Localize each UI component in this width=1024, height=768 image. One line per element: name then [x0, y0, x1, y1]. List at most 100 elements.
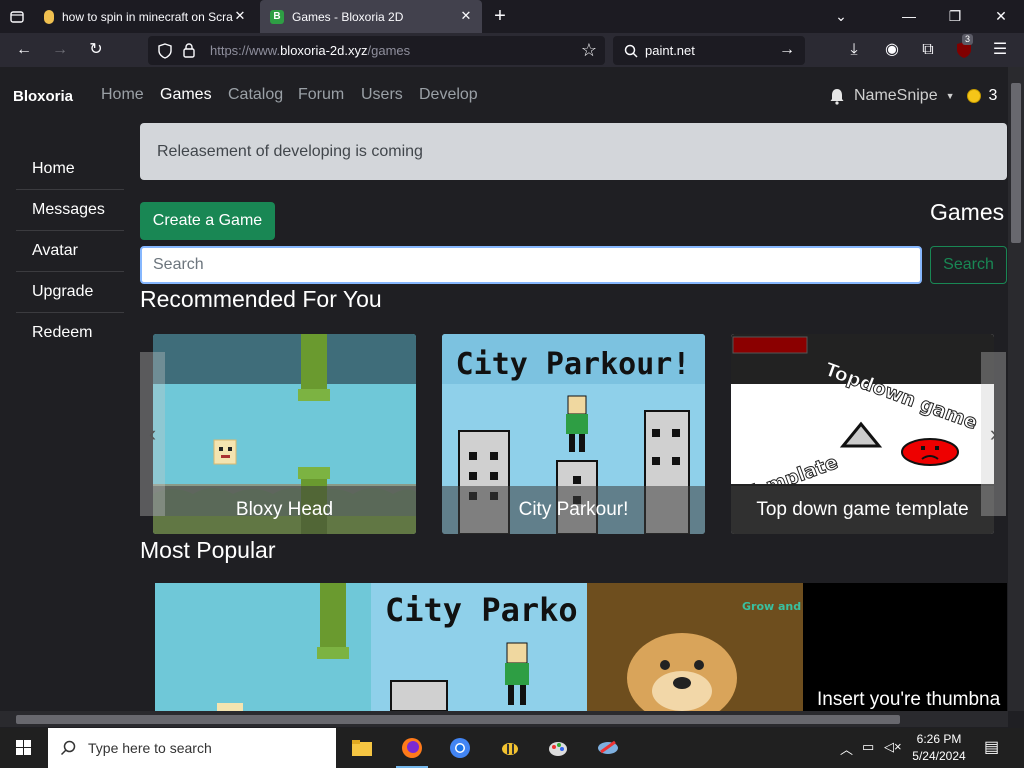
most-popular-heading: Most Popular: [140, 537, 276, 563]
game-card-bloxy-head[interactable]: Bloxy Head: [153, 334, 416, 534]
address-bar[interactable]: https://www.bloxoria-2d.xyz/games ☆: [148, 36, 605, 65]
close-icon[interactable]: ✕: [458, 8, 474, 24]
clock-date: 5/24/2024: [912, 749, 966, 763]
carousel-next-icon[interactable]: ›: [981, 352, 1006, 516]
sidebar-item-avatar[interactable]: Avatar: [16, 231, 124, 272]
sidebar-item-upgrade[interactable]: Upgrade: [16, 272, 124, 313]
network-icon[interactable]: ▭: [862, 739, 874, 755]
thumbnail-text: Grow and EP Dog: [742, 600, 803, 613]
taskbar-search-input[interactable]: Type here to search: [48, 728, 336, 768]
minimize-icon[interactable]: —: [886, 0, 932, 33]
thumbnail-text: City Parko: [385, 591, 578, 629]
scrollbar-thumb[interactable]: [1011, 83, 1021, 243]
user-area: NameSnipe ▼ 3: [828, 84, 997, 108]
brand-logo[interactable]: Bloxoria: [13, 88, 73, 105]
sidebar-item-messages[interactable]: Messages: [16, 190, 124, 231]
site-header: Bloxoria Home Games Catalog Forum Users …: [0, 67, 1008, 123]
coin-icon: [966, 89, 981, 103]
new-tab-button[interactable]: +: [486, 0, 514, 33]
username-dropdown[interactable]: NameSnipe: [854, 87, 938, 105]
list-all-tabs-icon[interactable]: ⌄: [818, 0, 864, 33]
game-card-title[interactable]: City Parkour!: [442, 486, 705, 534]
thumbnail-text: City Parkour!: [456, 347, 691, 382]
nav-home[interactable]: Home: [101, 86, 144, 104]
caret-down-icon[interactable]: ▼: [946, 91, 955, 101]
nav-catalog[interactable]: Catalog: [228, 86, 283, 104]
tab-title: how to spin in minecraft on Scra: [62, 9, 233, 24]
reload-icon[interactable]: ↻: [82, 37, 110, 63]
announcement-banner: Releasement of developing is coming: [140, 123, 1007, 180]
nav-develop[interactable]: Develop: [419, 86, 478, 104]
tab-title: Games - Bloxoria 2D: [292, 9, 404, 24]
volume-muted-icon[interactable]: ◁×: [884, 739, 902, 755]
nav-games[interactable]: Games: [160, 86, 212, 104]
app-bee-icon[interactable]: [486, 728, 534, 768]
shield-icon[interactable]: [158, 43, 172, 59]
search-input[interactable]: [140, 246, 922, 284]
nav-forum[interactable]: Forum: [298, 86, 344, 104]
extension-badge: 3: [962, 34, 974, 45]
vertical-scrollbar[interactable]: [1008, 67, 1024, 711]
game-card-title[interactable]: Top down game template: [731, 486, 994, 534]
bell-icon[interactable]: [828, 87, 846, 105]
popular-game-thumbnail[interactable]: Insert you're thumbna: [803, 583, 1007, 711]
search-icon: [60, 740, 76, 756]
tab-games-bloxoria[interactable]: B Games - Bloxoria 2D ✕: [260, 0, 482, 33]
lock-icon[interactable]: [183, 43, 195, 58]
popular-game-thumbnail[interactable]: Grow and EP Dog: [587, 583, 803, 711]
sidebar: Home Messages Avatar Upgrade Redeem: [16, 149, 124, 354]
taskbar-clock[interactable]: 6:26 PM 5/24/2024: [906, 731, 972, 765]
go-arrow-icon[interactable]: →: [779, 41, 795, 59]
notifications-icon[interactable]: ▤: [984, 737, 999, 757]
clock-time: 6:26 PM: [916, 732, 962, 746]
file-explorer-icon[interactable]: [338, 728, 386, 768]
popular-game-thumbnail[interactable]: City Parko: [371, 583, 587, 711]
search-button[interactable]: Search: [930, 246, 1007, 284]
extensions-icon[interactable]: ⧉: [914, 37, 942, 63]
recommended-heading: Recommended For You: [140, 286, 382, 312]
search-bar[interactable]: paint.net →: [613, 36, 805, 65]
tab-minecraft[interactable]: how to spin in minecraft on Scra ✕: [34, 0, 256, 33]
most-popular-row: City Parko Grow and EP Dog Insert you're…: [155, 583, 1007, 711]
horizontal-scrollbar[interactable]: [0, 711, 1008, 727]
coin-count: 3: [988, 87, 998, 104]
account-icon[interactable]: ◉: [878, 37, 906, 63]
nav-users[interactable]: Users: [361, 86, 403, 104]
bookmark-star-icon[interactable]: ☆: [581, 40, 597, 61]
game-card-top-down-template[interactable]: Topdown game Template Top down game temp…: [731, 334, 994, 534]
sidebar-item-redeem[interactable]: Redeem: [16, 313, 124, 354]
carousel-prev-icon[interactable]: ‹: [140, 352, 165, 516]
menu-icon[interactable]: ☰: [986, 37, 1014, 63]
popular-game-thumbnail[interactable]: [155, 583, 371, 711]
game-card-title[interactable]: Bloxy Head: [153, 486, 416, 534]
forward-icon[interactable]: →: [46, 37, 74, 63]
thumbnail-text: Insert you're thumbna: [817, 689, 1001, 710]
chrome-icon[interactable]: [436, 728, 484, 768]
search-icon: [624, 44, 638, 58]
close-icon[interactable]: ✕: [232, 8, 248, 24]
ublock-extension-icon[interactable]: 3: [950, 34, 978, 63]
url-text[interactable]: https://www.bloxoria-2d.xyz/games: [210, 43, 410, 58]
sidebar-item-home[interactable]: Home: [16, 149, 124, 190]
create-game-button[interactable]: Create a Game: [140, 202, 275, 240]
windows-start-icon[interactable]: [0, 728, 48, 768]
page-title: Games: [930, 199, 1005, 225]
browser-navigation-bar: ← → ↻ https://www.bloxoria-2d.xyz/games …: [0, 33, 1024, 67]
bloxoria-favicon-icon: B: [270, 9, 284, 24]
paint-palette-icon[interactable]: [534, 728, 582, 768]
back-icon[interactable]: ←: [10, 37, 38, 63]
firefox-icon[interactable]: [388, 728, 436, 768]
scrollbar-thumb[interactable]: [16, 715, 900, 724]
windows-taskbar: Type here to search ︿ ▭ ◁× 6:26 PM 5/24/…: [0, 728, 1024, 768]
search-bar-text[interactable]: paint.net: [645, 43, 695, 58]
paint-net-icon[interactable]: [584, 728, 632, 768]
close-window-icon[interactable]: ✕: [978, 0, 1024, 33]
restore-icon[interactable]: ❐: [932, 0, 978, 33]
browser-tab-strip: how to spin in minecraft on Scra ✕ B Gam…: [0, 0, 1024, 33]
page-favicon-icon: [44, 9, 54, 24]
game-card-city-parkour[interactable]: City Parkour! City Parkour!: [442, 334, 705, 534]
taskbar-search-placeholder: Type here to search: [88, 740, 212, 756]
downloads-icon[interactable]: ⤓: [840, 37, 868, 63]
tab-list-icon[interactable]: [0, 0, 34, 33]
show-hidden-icons-icon[interactable]: ︿: [840, 739, 853, 758]
